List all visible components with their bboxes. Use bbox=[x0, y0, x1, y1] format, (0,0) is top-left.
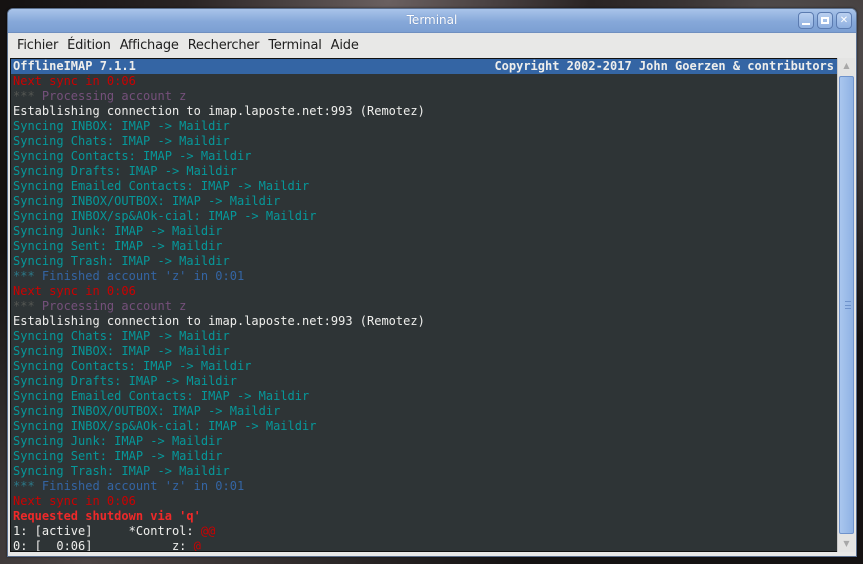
scrollbar-thumb[interactable] bbox=[839, 76, 854, 534]
log-text: Finished account 'z' in 0:01 bbox=[34, 269, 245, 283]
menu-rechercher[interactable]: Rechercher bbox=[188, 38, 260, 53]
close-button[interactable]: ✕ bbox=[836, 12, 852, 29]
log-line-teal: Syncing Emailed Contacts: IMAP -> Maildi… bbox=[13, 179, 310, 193]
log-line-teal: Syncing INBOX: IMAP -> Maildir bbox=[13, 119, 230, 133]
status-marker: @ bbox=[193, 539, 201, 552]
log-line-teal: Syncing Chats: IMAP -> Maildir bbox=[13, 329, 230, 343]
log-line-teal: Syncing Junk: IMAP -> Maildir bbox=[13, 434, 223, 448]
maximize-button[interactable] bbox=[817, 12, 833, 29]
log-line-teal: Syncing INBOX/OUTBOX: IMAP -> Maildir bbox=[13, 194, 281, 208]
log-line-processing: *** Processing account z bbox=[11, 89, 838, 104]
status-marker: @@ bbox=[200, 524, 216, 538]
minimize-button[interactable] bbox=[798, 12, 814, 29]
log-line-finished: *** Finished account 'z' in 0:01 bbox=[11, 479, 838, 494]
log-line-teal: Syncing Trash: IMAP -> Maildir bbox=[13, 464, 230, 478]
log-line-teal: Syncing INBOX/sp&AOk-cial: IMAP -> Maild… bbox=[13, 209, 317, 223]
header-copyright: Copyright 2002-2017 John Goerzen & contr… bbox=[494, 59, 834, 73]
log-line-teal: Syncing Junk: IMAP -> Maildir bbox=[13, 224, 223, 238]
terminal-output[interactable]: OfflineIMAP 7.1.1 Copyright 2002-2017 Jo… bbox=[10, 58, 839, 552]
log-line-white: Establishing connection to imap.laposte.… bbox=[13, 104, 425, 118]
maximize-icon bbox=[821, 17, 829, 24]
log-line-teal: Syncing Sent: IMAP -> Maildir bbox=[13, 449, 223, 463]
log-text: Finished account 'z' in 0:01 bbox=[34, 479, 245, 493]
status-label: 0: [ 0:06] z: bbox=[13, 539, 194, 552]
menu-affichage[interactable]: Affichage bbox=[120, 38, 179, 53]
menu-edition[interactable]: Édition bbox=[67, 38, 111, 53]
log-line-teal: Syncing Emailed Contacts: IMAP -> Maildi… bbox=[13, 389, 310, 403]
log-line-teal: Syncing INBOX/sp&AOk-cial: IMAP -> Maild… bbox=[13, 419, 317, 433]
log-text: Processing account z bbox=[34, 89, 187, 103]
log-line-red: Next sync in 0:06 bbox=[13, 74, 136, 88]
close-icon: ✕ bbox=[839, 15, 849, 26]
menu-fichier[interactable]: Fichier bbox=[17, 38, 58, 53]
log-stars: *** bbox=[13, 479, 35, 493]
log-line-processing: *** Processing account z bbox=[11, 299, 838, 314]
vertical-scrollbar[interactable]: ▲ ▼ bbox=[837, 58, 855, 552]
log-line-teal: Syncing Drafts: IMAP -> Maildir bbox=[13, 374, 237, 388]
status-line-control: 1: [active] *Control: @@ bbox=[11, 524, 838, 539]
log-stars: *** bbox=[13, 89, 35, 103]
menu-bar: Fichier Édition Affichage Rechercher Ter… bbox=[8, 33, 856, 57]
terminal-window: Terminal ✕ Fichier Édition Affichage Rec… bbox=[7, 8, 857, 557]
log-line-bred: Requested shutdown via 'q' bbox=[13, 509, 201, 523]
log-line-teal: Syncing INBOX: IMAP -> Maildir bbox=[13, 344, 230, 358]
window-controls: ✕ bbox=[798, 12, 852, 29]
title-bar[interactable]: Terminal ✕ bbox=[8, 9, 856, 33]
menu-aide[interactable]: Aide bbox=[331, 38, 359, 53]
offlineimap-header: OfflineIMAP 7.1.1 Copyright 2002-2017 Jo… bbox=[11, 59, 838, 74]
log-lines: Next sync in 0:06 *** Processing account … bbox=[11, 74, 838, 524]
grip-icon bbox=[845, 301, 851, 309]
scroll-down-arrow-icon[interactable]: ▼ bbox=[838, 536, 855, 552]
scroll-up-arrow-icon[interactable]: ▲ bbox=[838, 58, 855, 74]
log-stars: *** bbox=[13, 269, 35, 283]
log-line-teal: Syncing Chats: IMAP -> Maildir bbox=[13, 134, 230, 148]
log-text: Processing account z bbox=[34, 299, 187, 313]
log-line-teal: Syncing Contacts: IMAP -> Maildir bbox=[13, 359, 252, 373]
log-line-finished: *** Finished account 'z' in 0:01 bbox=[11, 269, 838, 284]
window-title: Terminal bbox=[406, 13, 458, 27]
log-line-teal: Syncing Trash: IMAP -> Maildir bbox=[13, 254, 230, 268]
log-line-red: Next sync in 0:06 bbox=[13, 494, 136, 508]
log-line-teal: Syncing Contacts: IMAP -> Maildir bbox=[13, 149, 252, 163]
log-line-red: Next sync in 0:06 bbox=[13, 284, 136, 298]
status-line-account: 0: [ 0:06] z: @ bbox=[11, 539, 838, 552]
menu-terminal[interactable]: Terminal bbox=[268, 38, 322, 53]
minimize-icon bbox=[802, 23, 810, 25]
log-line-white: Establishing connection to imap.laposte.… bbox=[13, 314, 425, 328]
status-label: 1: [active] *Control: bbox=[13, 524, 201, 538]
log-line-teal: Syncing Sent: IMAP -> Maildir bbox=[13, 239, 223, 253]
header-version: OfflineIMAP 7.1.1 bbox=[13, 59, 136, 73]
terminal-container: OfflineIMAP 7.1.1 Copyright 2002-2017 Jo… bbox=[9, 57, 855, 556]
log-stars: *** bbox=[13, 299, 35, 313]
log-line-teal: Syncing Drafts: IMAP -> Maildir bbox=[13, 164, 237, 178]
log-line-teal: Syncing INBOX/OUTBOX: IMAP -> Maildir bbox=[13, 404, 281, 418]
